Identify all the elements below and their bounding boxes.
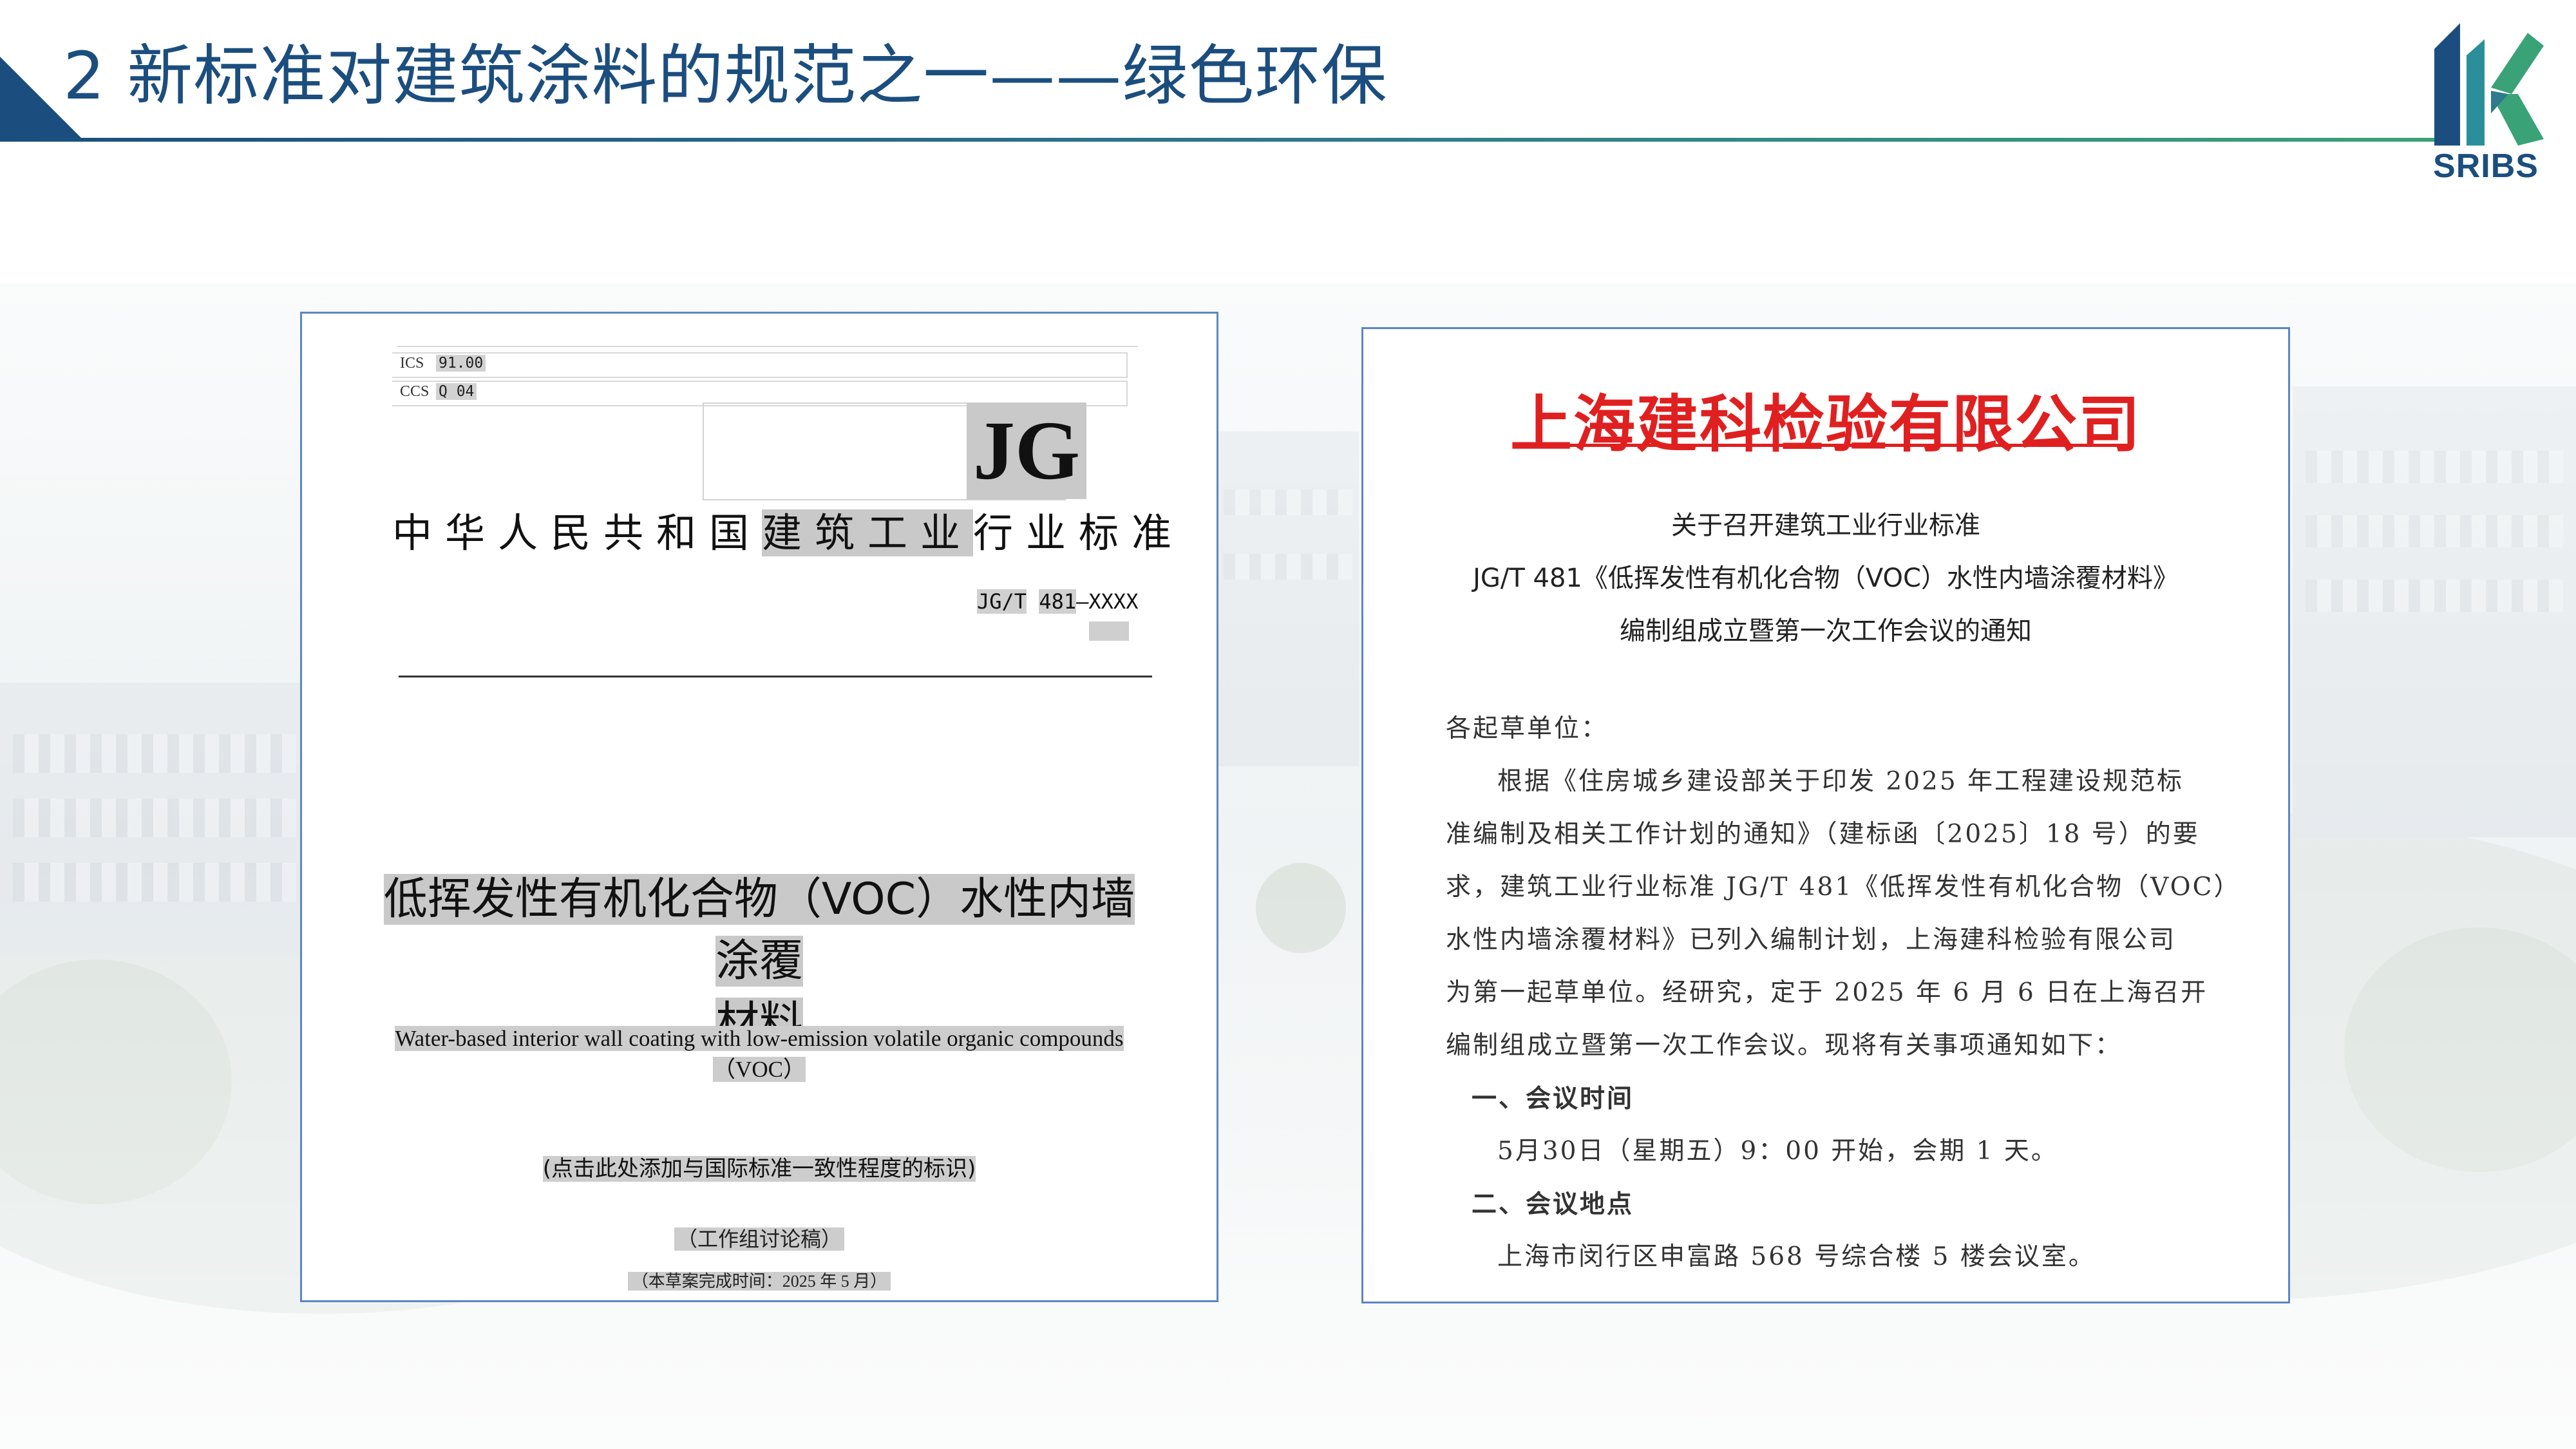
industry-standard-heading: 中华人民共和国建筑工业行业标准 [392,500,1184,558]
standard-number: JG/T 481—XXXX [977,589,1138,614]
logo-text: SRIBS [2433,147,2539,185]
section-heading-time: 一、会议时间 [1472,1084,1634,1113]
notice-title-line2: JG/T 481《低挥发性有机化合物（VOC）水性内墙涂覆材料》 [1473,564,2179,593]
meeting-notice-document: 上海建科检验有限公司 关于召开建筑工业行业标准 JG/T 481《低挥发性有机化… [1361,327,2290,1303]
meeting-place: 上海市闵行区申富路 568 号综合楼 5 楼会议室。 [1497,1242,2096,1271]
standard-title-en: Water-based interior wall coating with l… [366,1023,1152,1085]
iso-consistency-note: (点击此处添加与国际标准一致性程度的标识) [542,1156,976,1182]
ics-label: ICS [400,355,424,372]
title-en-line1: Water-based interior wall coating with l… [395,1026,1124,1051]
ics-box: ICS 91.00 [392,352,1128,378]
draft-status: （工作组讨论稿） [366,1223,1152,1253]
std-suffix: —XXXX [1076,589,1139,614]
industry-std-part-c: 行业标准 [973,509,1185,556]
standard-draft-document: ICS 91.00 CCS Q 04 JG 中华人民共和国建筑工业行业标准 JG… [300,312,1218,1302]
std-number: 481 [1039,589,1077,614]
industry-std-part-a: 中华人民共和国 [392,509,762,556]
industry-std-part-b: 建筑工业 [762,509,974,556]
section-heading-place: 二、会议地点 [1472,1189,1634,1219]
meeting-time: 5月30日（星期五）9：00 开始，会期 1 天。 [1497,1137,2058,1166]
notice-body: 各起草单位： 根据《住房城乡建设部关于印发 2025 年工程建设规范标 准编制及… [1446,703,2241,1283]
notice-title-line1: 关于召开建筑工业行业标准 [1671,511,1980,540]
draft-completion-date: （本草案完成时间：2025 年 5 月） [366,1268,1152,1292]
std-prefix: JG/T [977,589,1027,614]
organization-name: 上海建科检验有限公司 [1510,388,2141,460]
notice-title-line3: 编制组成立暨第一次工作会议的通知 [1620,616,2032,646]
body-line: 水性内墙涂覆材料》已列入编制计划，上海建科检验有限公司 [1446,925,2177,954]
body-line: 准编制及相关工作计划的通知》（建标函〔2025〕18 号）的要 [1446,820,2200,849]
header-divider [0,138,2434,142]
jg-mark: JG [967,402,1087,499]
body-line: 编制组成立暨第一次工作会议。现将有关事项通知如下： [1446,1031,2123,1060]
header-rule [399,676,1152,677]
body-line: 为第一起草单位。经研究，定于 2025 年 6 月 6 日在上海召开 [1446,978,2208,1007]
salutation: 各起草单位： [1446,714,1609,743]
std-replace-placeholder [1089,621,1129,641]
organization-underline [1518,444,2134,447]
title-cn-line1: 低挥发性有机化合物（VOC）水性内墙涂覆 [383,874,1135,987]
title-en-line2: （VOC） [713,1057,806,1082]
ccs-value: Q 04 [436,383,477,400]
ccs-label: CCS [400,383,430,400]
body-line: 根据《住房城乡建设部关于印发 2025 年工程建设规范标 [1497,767,2184,796]
header-line [397,346,1138,347]
body-line: 求，建筑工业行业标准 JG/T 481《低挥发性有机化合物（VOC） [1446,873,2241,902]
ics-value: 91.00 [436,355,486,372]
slide-title: 2 新标准对建筑涂料的规范之一——绿色环保 [63,38,1388,115]
